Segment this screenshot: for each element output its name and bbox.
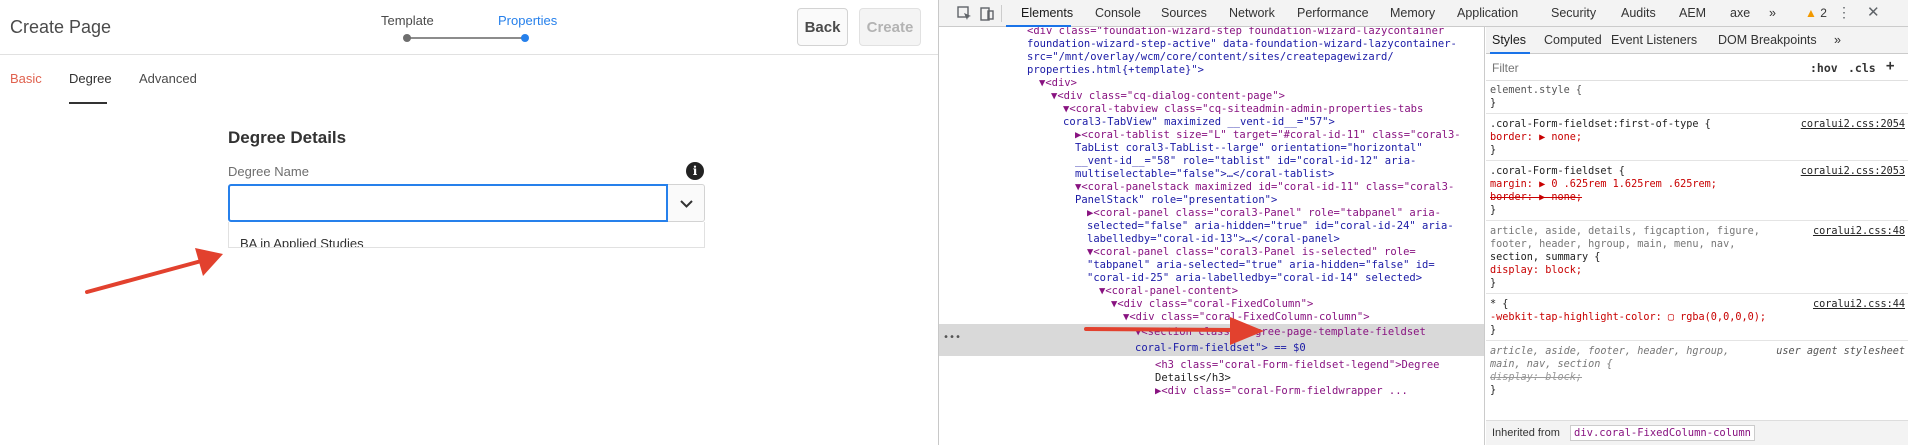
css-rule-line: element.style { xyxy=(1490,85,1583,96)
dom-node-line-selected[interactable]: ▼<section class="degree-page-template-fi… xyxy=(939,324,1484,340)
active-tab-underline xyxy=(69,102,107,104)
create-button[interactable]: Create xyxy=(859,8,921,46)
new-style-rule-button[interactable]: + xyxy=(1886,58,1894,74)
tab-degree[interactable]: Degree xyxy=(69,71,112,86)
close-devtools-icon[interactable]: ✕ xyxy=(1867,3,1880,21)
devtools-tab-axe[interactable]: axe xyxy=(1730,6,1750,20)
css-rule-line: } xyxy=(1490,278,1497,289)
device-toolbar-icon[interactable] xyxy=(979,6,994,21)
css-rule-line[interactable]: -webkit-tap-highlight-color: ▢ rgba(0,0,… xyxy=(1486,311,1908,324)
devtools-tab-performance[interactable]: Performance xyxy=(1297,6,1369,20)
devtools-toolbar: Elements Console Sources Network Perform… xyxy=(939,0,1908,27)
step-properties-dot xyxy=(521,34,529,42)
rule-separator xyxy=(1486,293,1908,294)
devtools-tab-application[interactable]: Application xyxy=(1457,6,1518,20)
styles-subtabs: Styles Computed Event Listeners DOM Brea… xyxy=(1486,27,1908,54)
devtools-panel: Elements Console Sources Network Perform… xyxy=(938,0,1908,445)
kebab-menu-icon[interactable]: ⋮ xyxy=(1837,4,1851,21)
chevron-down-icon xyxy=(680,200,693,208)
toolbar-divider xyxy=(1001,5,1002,22)
devtools-tab-audits[interactable]: Audits xyxy=(1621,6,1656,20)
rule-separator xyxy=(1486,113,1908,114)
warnings-counter[interactable]: ▲ 2 xyxy=(1805,6,1827,20)
styles-tab[interactable]: Styles xyxy=(1492,33,1526,47)
css-rule-line: } xyxy=(1490,325,1497,336)
devtools-tab-console[interactable]: Console xyxy=(1095,6,1141,20)
inherited-from-link[interactable]: div.coral-FixedColumn-column xyxy=(1570,425,1756,441)
warning-count: 2 xyxy=(1820,6,1827,20)
css-source-link[interactable]: coralui2.css:2054 xyxy=(1801,118,1905,131)
css-rule-line[interactable]: border: ▶ none; xyxy=(1486,131,1908,144)
css-rule-line: } xyxy=(1490,98,1497,109)
step-template-dot xyxy=(403,34,411,42)
css-rule-line[interactable]: margin: ▶ 0 .625rem 1.625rem .625rem; xyxy=(1486,178,1908,191)
devtools-tab-memory[interactable]: Memory xyxy=(1390,6,1435,20)
tab-advanced[interactable]: Advanced xyxy=(139,71,197,86)
dom-breakpoints-tab[interactable]: DOM Breakpoints xyxy=(1718,33,1817,47)
inherited-from-bar: Inherited from div.coral-FixedColumn-col… xyxy=(1486,420,1908,445)
devtools-tab-aem[interactable]: AEM xyxy=(1679,6,1706,20)
css-rule-line: main, nav, section { xyxy=(1490,359,1613,370)
dom-node-line[interactable]: ▶<div class="coral-Form-fieldwrapper ... xyxy=(939,383,1484,399)
rule-separator xyxy=(1486,160,1908,161)
computed-tab[interactable]: Computed xyxy=(1544,33,1602,47)
css-rule-line: } xyxy=(1490,145,1497,156)
css-rule-line: } xyxy=(1490,205,1497,216)
dom-node-line-selected[interactable]: coral-Form-fieldset"> == $0 xyxy=(939,340,1484,356)
warning-icon: ▲ xyxy=(1805,6,1817,20)
css-rule-line[interactable]: display: block; xyxy=(1486,264,1908,277)
section-legend: Degree Details xyxy=(228,128,347,147)
css-rule-line: } xyxy=(1490,385,1497,396)
back-button[interactable]: Back xyxy=(797,8,848,46)
elements-dom-tree: <div class="foundation-wizard-step found… xyxy=(939,27,1485,445)
annotation-arrow-icon xyxy=(85,248,223,294)
devtools-tab-network[interactable]: Network xyxy=(1229,6,1275,20)
page-title: Create Page xyxy=(10,17,112,37)
dom-overflow-dots[interactable]: ••• xyxy=(943,332,961,343)
rule-separator xyxy=(1486,220,1908,221)
styles-filter-input[interactable] xyxy=(1492,59,1792,77)
css-rule-line: footer, header, hgroup, main, menu, nav, xyxy=(1490,239,1736,250)
css-rule-line-overridden: display: block; xyxy=(1490,372,1583,383)
styles-filter-bar: :hov .cls + xyxy=(1486,55,1908,81)
css-source-link[interactable]: coralui2.css:44 xyxy=(1813,298,1905,311)
dom-node-line[interactable]: ▼<div class="coral-FixedColumn-column"> xyxy=(939,309,1484,325)
inherited-label: Inherited from xyxy=(1492,427,1560,439)
wizard-progress-line xyxy=(407,37,525,39)
css-rule-line-overridden[interactable]: border: ▶ none; xyxy=(1486,191,1908,204)
devtools-tab-elements[interactable]: Elements xyxy=(1021,6,1073,20)
degree-options-list: BA in Applied Studies xyxy=(228,222,705,248)
degree-name-input[interactable] xyxy=(228,184,668,222)
styles-active-tab-underline xyxy=(1490,52,1530,54)
devtools-tab-security[interactable]: Security xyxy=(1551,6,1596,20)
class-toggle-button[interactable]: .cls xyxy=(1848,61,1876,75)
user-agent-stylesheet-label: user agent stylesheet xyxy=(1776,346,1905,357)
css-rule-line: section, summary { xyxy=(1490,252,1601,263)
degree-option[interactable]: BA in Applied Studies xyxy=(240,236,364,247)
devtools-more-tabs-button[interactable]: » xyxy=(1769,6,1776,20)
inspect-element-icon[interactable] xyxy=(957,6,972,21)
event-listeners-tab[interactable]: Event Listeners xyxy=(1611,33,1697,47)
app-header: Create Page Template Properties Back Cre… xyxy=(0,0,938,55)
page-properties-tabs: Basic Degree Advanced xyxy=(0,55,938,105)
create-page-app: Create Page Template Properties Back Cre… xyxy=(0,0,938,445)
rule-separator xyxy=(1486,340,1908,341)
styles-sidebar: Styles Computed Event Listeners DOM Brea… xyxy=(1486,27,1908,445)
step-template-label[interactable]: Template xyxy=(381,13,434,28)
degree-name-label: Degree Name xyxy=(228,164,309,179)
degree-dropdown-toggle[interactable] xyxy=(668,184,705,222)
info-icon[interactable]: i xyxy=(686,162,704,180)
devtools-tab-sources[interactable]: Sources xyxy=(1161,6,1207,20)
step-properties-label[interactable]: Properties xyxy=(498,13,557,28)
css-source-link[interactable]: coralui2.css:48 xyxy=(1813,225,1905,238)
hover-state-button[interactable]: :hov xyxy=(1810,61,1838,75)
styles-more-tabs-button[interactable]: » xyxy=(1834,33,1841,47)
css-source-link[interactable]: coralui2.css:2053 xyxy=(1801,165,1905,178)
tab-basic[interactable]: Basic xyxy=(10,71,42,86)
